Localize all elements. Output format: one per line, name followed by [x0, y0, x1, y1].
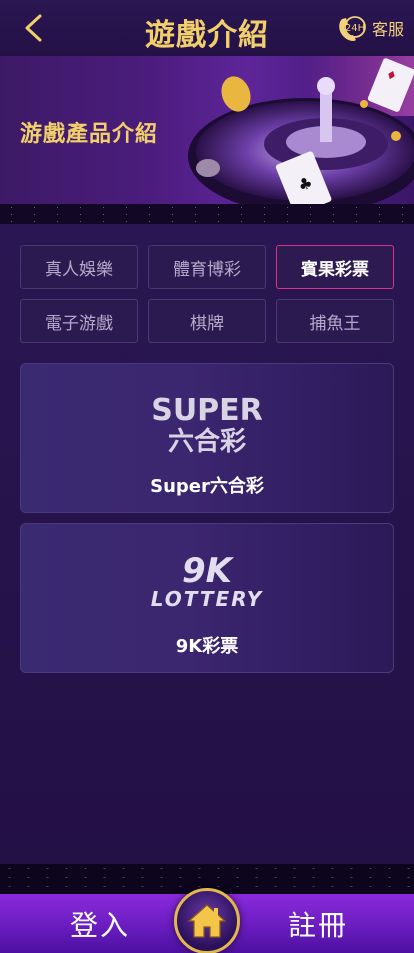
- tab-bingo-lottery[interactable]: 賓果彩票: [276, 245, 394, 289]
- banner-title: 游戲產品介紹: [20, 122, 159, 147]
- game-card-super-lottery[interactable]: SUPER 六合彩 Super六合彩: [20, 363, 394, 513]
- roulette-illustration: ♦ ♣: [188, 56, 414, 204]
- register-button[interactable]: 註冊: [288, 904, 348, 944]
- tab-card-games[interactable]: 棋牌: [148, 299, 266, 343]
- tab-slots[interactable]: 電子游戲: [20, 299, 138, 343]
- tab-label: 真人娛樂: [45, 259, 113, 280]
- support-label: 客服: [371, 20, 404, 39]
- login-button[interactable]: 登入: [70, 904, 130, 944]
- tab-label: 賓果彩票: [301, 259, 369, 280]
- logo-text-top: 9K: [182, 551, 235, 591]
- tab-fishing[interactable]: 捕魚王: [276, 299, 394, 343]
- tab-label: 電子游戲: [45, 313, 113, 334]
- home-icon: [187, 904, 227, 938]
- decorative-divider: [0, 204, 414, 224]
- tab-sports[interactable]: 體育博彩: [148, 245, 266, 289]
- game-card-9k-lottery[interactable]: 9K LOTTERY 9K彩票: [20, 523, 394, 673]
- main-content: 真人娛樂 體育博彩 賓果彩票 電子游戲 棋牌 捕魚王 SUPER 六合彩 Sup…: [0, 224, 414, 864]
- game-name: 9K彩票: [175, 636, 239, 657]
- customer-service-button[interactable]: 24H 客服: [336, 13, 404, 43]
- support-24h-icon: 24H: [339, 16, 366, 41]
- header: 遊戲介紹 24H 客服: [0, 0, 414, 56]
- logo-text-bottom: LOTTERY: [151, 587, 264, 611]
- logo-text-bottom: 六合彩: [168, 426, 246, 456]
- tab-live-casino[interactable]: 真人娛樂: [20, 245, 138, 289]
- tab-label: 捕魚王: [309, 313, 361, 334]
- tab-label: 體育博彩: [173, 259, 241, 280]
- support-badge: 24H: [345, 23, 365, 34]
- super-lottery-logo: SUPER 六合彩: [21, 392, 393, 456]
- game-name: Super六合彩: [150, 476, 264, 497]
- banner: 游戲產品介紹 ♦ ♣: [0, 56, 414, 204]
- tab-label: 棋牌: [190, 313, 224, 334]
- home-button[interactable]: [174, 888, 240, 953]
- logo-text-top: SUPER: [152, 393, 262, 428]
- 9k-lottery-logo: 9K LOTTERY: [21, 550, 393, 612]
- app-root: 遊戲介紹 24H 客服 游戲產品介紹 ♦ ♣ 真人娛樂 體育博彩 賓果彩票 電子…: [0, 0, 414, 953]
